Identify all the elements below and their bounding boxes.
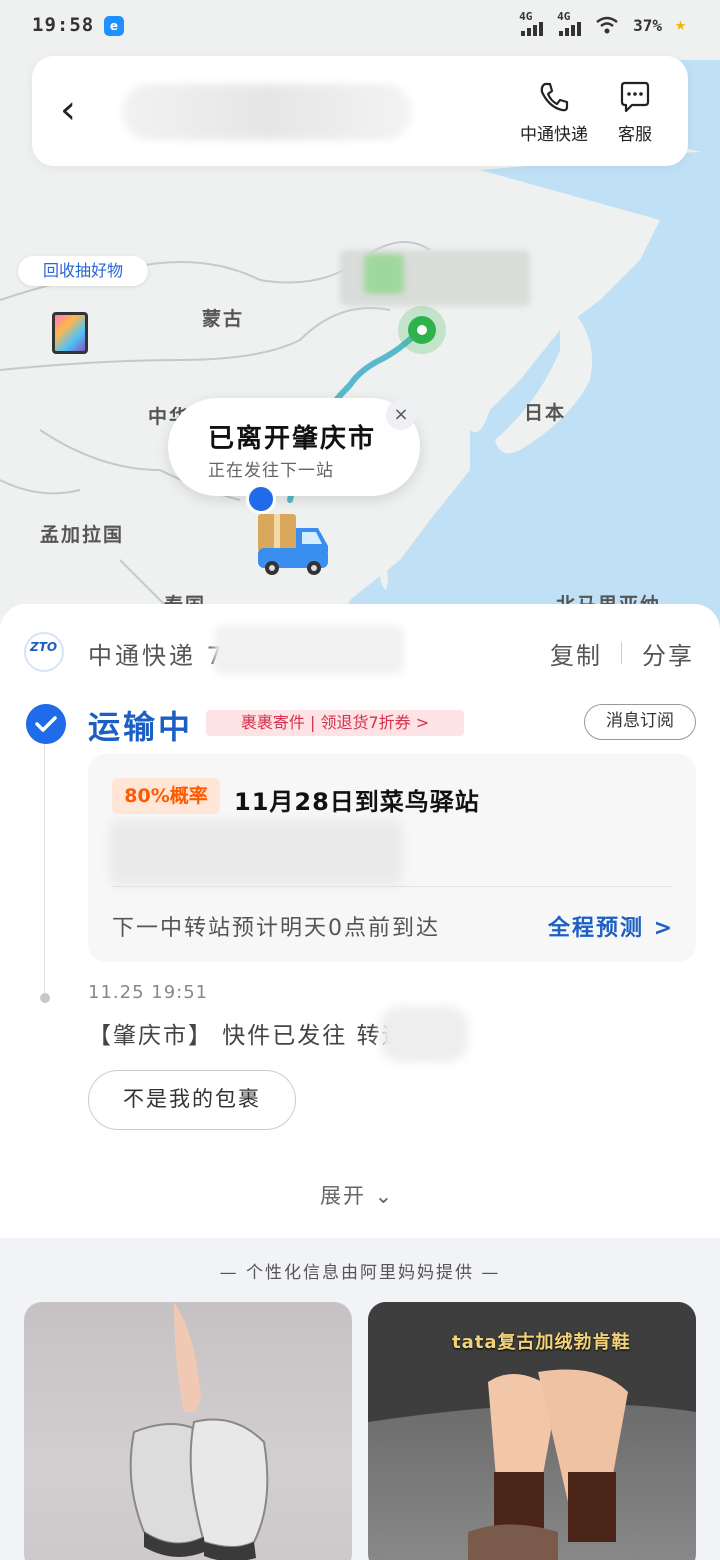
check-circle-icon	[26, 704, 66, 744]
timeline-dot	[40, 993, 50, 1003]
app-notification-icon: e	[104, 16, 124, 36]
phone-icon	[540, 82, 569, 112]
shipping-promo-tag[interactable]: 裹裹寄件 | 领退货7折券 >	[206, 710, 464, 736]
timeline-line	[44, 744, 45, 994]
event-location-blur	[380, 1006, 468, 1062]
probability-badge: 80%概率	[112, 778, 220, 814]
wifi-icon	[596, 16, 618, 34]
product-card[interactable]	[24, 1302, 352, 1560]
product-card[interactable]: tata复古加绒勃肯鞋	[368, 1302, 696, 1560]
recycle-promo-pill[interactable]: 回收抽好物	[18, 256, 148, 286]
bubble-subtitle: 正在发往下一站	[208, 461, 334, 481]
signal-icon-2: 4G	[557, 10, 582, 36]
map-label-mongolia: 蒙古	[202, 308, 245, 330]
sneaker-image	[129, 1302, 269, 1560]
battery-level: 37%	[633, 15, 662, 35]
recommend-title: — 个性化信息由阿里妈妈提供 —	[219, 1263, 501, 1283]
map-blurred-marker	[364, 254, 404, 294]
status-time: 19:58	[32, 14, 95, 36]
courier-tracking-number: 中通快递 7	[88, 642, 225, 670]
status-bar: 19:58 e 4G 4G 37% ★	[0, 0, 720, 56]
signal-icon-1: 4G	[519, 10, 544, 36]
customer-service-button[interactable]: 客服	[610, 80, 660, 145]
bubble-title: 已离开肇庆市	[208, 424, 377, 454]
back-icon[interactable]: ‹	[60, 88, 100, 134]
arrival-prediction-card[interactable]: 80%概率 11月28日到菜鸟驿站 下一中转站预计明天0点前到达 全程预测 >	[88, 754, 696, 962]
product-caption: tata复古加绒勃肯鞋	[452, 1332, 631, 1353]
customer-service-label: 客服	[618, 125, 652, 145]
share-button[interactable]: 分享	[642, 636, 694, 671]
bubble-close-icon[interactable]: ×	[386, 400, 416, 430]
next-station-estimate: 下一中转站预计明天0点前到达	[112, 916, 440, 941]
tracking-number-blur	[214, 626, 404, 674]
top-bar: ‹ 中通快递 客服	[32, 56, 688, 166]
call-courier-button[interactable]: 中通快递	[512, 80, 596, 145]
divider	[621, 642, 622, 664]
address-blur	[110, 820, 402, 886]
shipment-status: 运输中	[88, 708, 194, 746]
courier-row: ZTO 中通快递 7 复制 分享	[24, 626, 696, 674]
not-my-package-button[interactable]: 不是我的包裹	[88, 1070, 296, 1130]
divider	[112, 886, 672, 887]
destination-marker[interactable]	[392, 302, 452, 362]
truck-icon	[258, 514, 328, 575]
shipment-sheet: ZTO 中通快递 7 复制 分享 运输中 裹裹寄件 | 领退货7折券 > 消息订…	[0, 604, 720, 1238]
chat-icon	[620, 81, 650, 113]
message-subscribe-button[interactable]: 消息订阅	[584, 704, 696, 740]
map-label-bangladesh: 孟加拉国	[40, 524, 125, 546]
event-time: 11.25 19:51	[88, 982, 209, 1003]
expand-button[interactable]: 展开 ⌄	[320, 1180, 394, 1210]
call-courier-label: 中通快递	[520, 125, 588, 145]
map-view[interactable]: 回收抽好物 蒙古 中华 日本 孟加拉国 泰国 北马里亚纳 已离开肇庆市 正在发往…	[0, 0, 720, 640]
recommend-section: — 个性化信息由阿里妈妈提供 — tata复古加绒勃肯鞋	[0, 1238, 720, 1560]
map-label-japan: 日本	[524, 402, 567, 424]
copy-button[interactable]: 复制	[550, 636, 602, 671]
star-battery-icon: ★	[675, 14, 686, 35]
location-bubble[interactable]: 已离开肇庆市 正在发往下一站 ×	[168, 398, 420, 496]
tablet-promo-image[interactable]	[52, 312, 88, 354]
arrival-estimate: 11月28日到菜鸟驿站	[234, 788, 480, 816]
full-prediction-link[interactable]: 全程预测 >	[548, 910, 674, 942]
courier-logo: ZTO	[24, 632, 64, 672]
blurred-title	[122, 84, 412, 140]
origin-marker-icon	[246, 484, 276, 514]
